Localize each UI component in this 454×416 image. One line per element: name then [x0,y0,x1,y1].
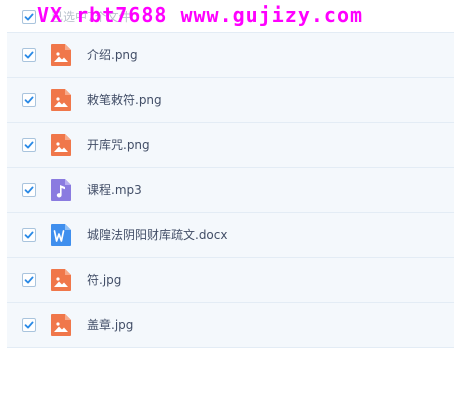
select-all-checkbox[interactable] [22,10,36,24]
file-row[interactable]: 开库咒.png [7,123,454,168]
file-name[interactable]: 符.jpg [87,271,121,288]
checkmark-icon [24,13,34,21]
file-row[interactable]: 介绍.png [7,33,454,78]
checkmark-icon [24,321,34,329]
file-name[interactable]: 城隍法阴阳财库疏文.docx [87,226,227,243]
select-all-row[interactable]: 已选中7个文件 [7,0,454,33]
file-row[interactable]: 城隍法阴阳财库疏文.docx [7,213,454,258]
file-checkbox[interactable] [22,48,36,62]
checkmark-icon [24,51,34,59]
file-row[interactable]: 符.jpg [7,258,454,303]
checkmark-icon [24,276,34,284]
file-name[interactable]: 盖章.jpg [87,316,133,333]
checkmark-icon [24,186,34,194]
word-icon [50,223,72,247]
image-icon [50,133,72,157]
file-list: 已选中7个文件 介绍.png 敕笔敕符.png 开库咒.png 课程.mp3 城隍法阴阳… [7,0,454,348]
file-name[interactable]: 敕笔敕符.png [87,91,162,108]
music-icon [50,178,72,202]
file-rows: 介绍.png 敕笔敕符.png 开库咒.png 课程.mp3 城隍法阴阳财库疏文.doc… [7,33,454,348]
image-icon [50,313,72,337]
file-row[interactable]: 盖章.jpg [7,303,454,348]
file-name[interactable]: 开库咒.png [87,136,150,153]
file-name[interactable]: 介绍.png [87,46,138,63]
file-checkbox[interactable] [22,228,36,242]
file-list-page: 已选中7个文件 介绍.png 敕笔敕符.png 开库咒.png 课程.mp3 城隍法阴阳… [0,0,454,416]
file-row[interactable]: 敕笔敕符.png [7,78,454,123]
file-checkbox[interactable] [22,273,36,287]
file-row[interactable]: 课程.mp3 [7,168,454,213]
image-icon [50,268,72,292]
file-checkbox[interactable] [22,318,36,332]
file-name[interactable]: 课程.mp3 [87,181,142,198]
checkmark-icon [24,96,34,104]
checkmark-icon [24,141,34,149]
checkmark-icon [24,231,34,239]
file-checkbox[interactable] [22,138,36,152]
image-icon [50,43,72,67]
selection-count-label: 已选中7个文件 [51,10,131,24]
file-checkbox[interactable] [22,183,36,197]
image-icon [50,88,72,112]
file-checkbox[interactable] [22,93,36,107]
